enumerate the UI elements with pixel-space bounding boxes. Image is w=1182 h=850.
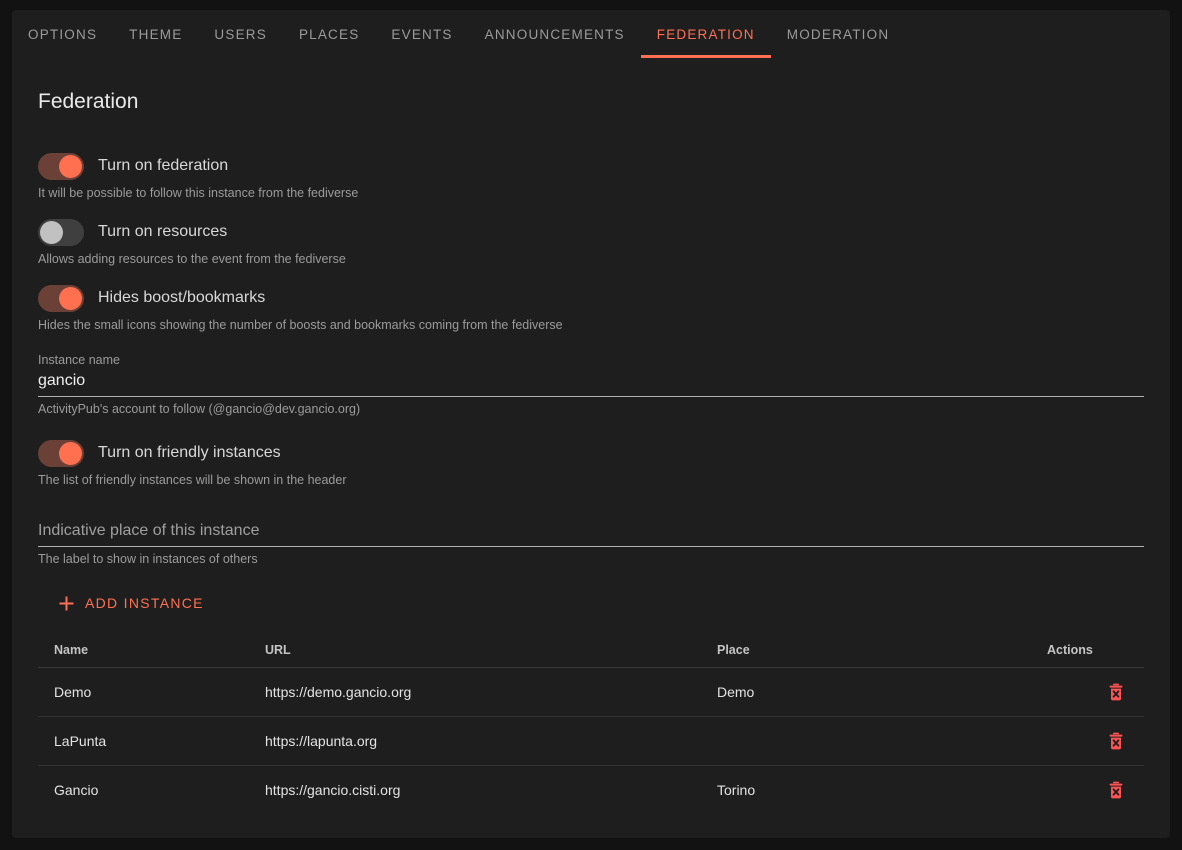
- delete-instance-button[interactable]: [1104, 728, 1128, 754]
- instance-name-field: Instance name ActivityPub's account to f…: [38, 352, 1144, 417]
- plus-icon: [58, 595, 75, 612]
- federation-settings-panel: Federation Turn on federation It will be…: [12, 88, 1170, 814]
- hide-boost-toggle-hint: Hides the small icons showing the number…: [38, 318, 1144, 333]
- tab-places[interactable]: PLACES: [283, 10, 375, 58]
- instance-place-cell: [701, 716, 1031, 765]
- tab-users[interactable]: USERS: [198, 10, 283, 58]
- toggle-thumb: [40, 221, 63, 244]
- setting-friendly-instances: Turn on friendly instances The list of f…: [38, 439, 1144, 488]
- col-header-url: URL: [249, 633, 701, 667]
- friendly-instances-toggle-label[interactable]: Turn on friendly instances: [98, 444, 281, 462]
- table-header-row: Name URL Place Actions: [38, 633, 1144, 667]
- table-row: Demo https://demo.gancio.org Demo: [38, 667, 1144, 716]
- instance-url-cell: https://gancio.cisti.org: [249, 765, 701, 814]
- instance-place-hint: The label to show in instances of others: [38, 552, 1144, 567]
- page-title: Federation: [38, 88, 1144, 116]
- instance-name-label: Instance name: [38, 352, 1144, 368]
- setting-turn-on-resources: Turn on resources Allows adding resource…: [38, 218, 1144, 267]
- table-row: LaPunta https://lapunta.org: [38, 716, 1144, 765]
- tab-moderation[interactable]: MODERATION: [771, 10, 906, 58]
- add-instance-button-label: ADD INSTANCE: [85, 595, 204, 611]
- resources-toggle-label[interactable]: Turn on resources: [98, 223, 227, 241]
- friendly-instances-toggle-hint: The list of friendly instances will be s…: [38, 473, 1144, 488]
- instance-name-cell: Demo: [38, 667, 249, 716]
- trash-icon: [1108, 781, 1124, 799]
- tab-federation[interactable]: FEDERATION: [641, 10, 771, 58]
- setting-hides-boost-bookmarks: Hides boost/bookmarks Hides the small ic…: [38, 284, 1144, 333]
- delete-instance-button[interactable]: [1104, 679, 1128, 705]
- delete-instance-button[interactable]: [1104, 777, 1128, 803]
- admin-settings-card: OPTIONS THEME USERS PLACES EVENTS ANNOUN…: [12, 10, 1170, 838]
- instance-name-cell: LaPunta: [38, 716, 249, 765]
- instance-place-field: The label to show in instances of others: [38, 518, 1144, 567]
- add-instance-button[interactable]: ADD INSTANCE: [50, 585, 212, 621]
- federation-toggle-hint: It will be possible to follow this insta…: [38, 186, 1144, 201]
- instance-url-cell: https://lapunta.org: [249, 716, 701, 765]
- col-header-place: Place: [701, 633, 1031, 667]
- resources-toggle[interactable]: [38, 219, 84, 246]
- instance-place-cell: Torino: [701, 765, 1031, 814]
- federation-toggle[interactable]: [38, 153, 84, 180]
- toggle-thumb: [59, 442, 82, 465]
- instance-place-input[interactable]: [38, 518, 1144, 547]
- friendly-instances-toggle[interactable]: [38, 440, 84, 467]
- col-header-name: Name: [38, 633, 249, 667]
- tab-announcements[interactable]: ANNOUNCEMENTS: [469, 10, 641, 58]
- hide-boost-toggle-label[interactable]: Hides boost/bookmarks: [98, 289, 265, 307]
- trash-icon: [1108, 732, 1124, 750]
- federation-toggle-label[interactable]: Turn on federation: [98, 157, 228, 175]
- toggle-thumb: [59, 287, 82, 310]
- hide-boost-toggle[interactable]: [38, 285, 84, 312]
- instance-place-cell: Demo: [701, 667, 1031, 716]
- tab-options[interactable]: OPTIONS: [12, 10, 113, 58]
- col-header-actions: Actions: [1031, 633, 1144, 667]
- table-row: Gancio https://gancio.cisti.org Torino: [38, 765, 1144, 814]
- resources-toggle-hint: Allows adding resources to the event fro…: [38, 252, 1144, 267]
- instance-name-hint: ActivityPub's account to follow (@gancio…: [38, 402, 1144, 417]
- tab-events[interactable]: EVENTS: [375, 10, 468, 58]
- instance-name-cell: Gancio: [38, 765, 249, 814]
- instance-name-input[interactable]: [38, 368, 1144, 397]
- instance-url-cell: https://demo.gancio.org: [249, 667, 701, 716]
- trash-icon: [1108, 683, 1124, 701]
- toggle-thumb: [59, 155, 82, 178]
- tab-theme[interactable]: THEME: [113, 10, 198, 58]
- instances-table: Name URL Place Actions Demo https://demo…: [38, 633, 1144, 814]
- admin-tabbar: OPTIONS THEME USERS PLACES EVENTS ANNOUN…: [12, 10, 1170, 58]
- setting-turn-on-federation: Turn on federation It will be possible t…: [38, 152, 1144, 201]
